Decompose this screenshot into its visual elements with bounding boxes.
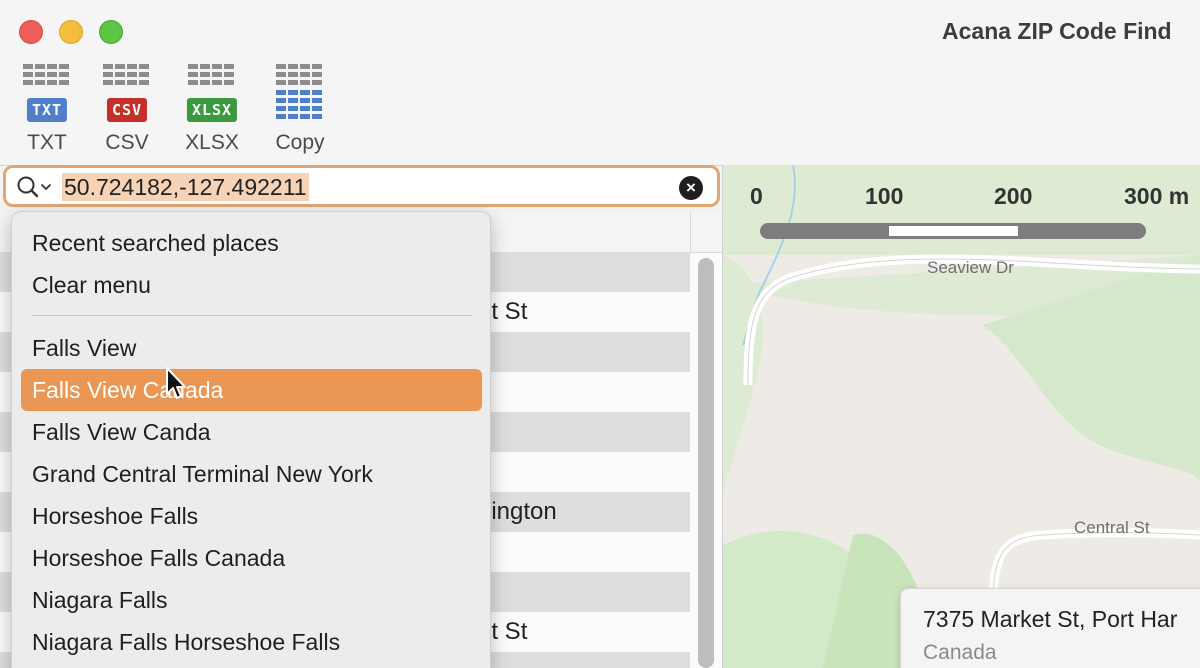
recent-searches-menu: Recent searched places Clear menu Falls … <box>11 211 491 668</box>
scale-label-300: 300 m <box>1124 183 1190 209</box>
mouse-pointer-icon <box>166 367 186 399</box>
street-label: Central St <box>1074 518 1150 537</box>
close-window-button[interactable] <box>19 20 43 44</box>
xlsx-badge: XLSX <box>186 98 238 122</box>
search-input[interactable]: 50.724182,-127.492211 <box>62 173 309 201</box>
export-csv-button[interactable]: CSV CSV <box>87 64 167 160</box>
scale-bar-segment <box>889 226 1018 236</box>
table-icon <box>188 64 234 85</box>
menu-item[interactable]: Niagara Falls <box>21 579 482 621</box>
txt-badge: TXT <box>26 98 68 122</box>
menu-header-recent: Recent searched places <box>32 230 279 256</box>
zoom-window-button[interactable] <box>99 20 123 44</box>
copy-label: Copy <box>275 131 325 154</box>
scale-bar <box>760 223 1146 239</box>
menu-item[interactable]: Horseshoe Falls Canada <box>21 537 482 579</box>
menu-item-selected[interactable]: Falls View Canada <box>21 369 482 411</box>
search-icon[interactable] <box>16 175 54 199</box>
title-bar: Acana ZIP Code Find TXT TXT CSV CSV XLSX… <box>0 0 1200 166</box>
menu-item-clear[interactable]: Clear menu <box>21 264 482 306</box>
minimize-window-button[interactable] <box>59 20 83 44</box>
clear-search-icon[interactable]: × <box>679 176 703 200</box>
export-xlsx-label: XLSX <box>185 131 239 154</box>
app-window: Acana ZIP Code Find TXT TXT CSV CSV XLSX… <box>0 0 1200 668</box>
location-country: Canada <box>923 641 997 664</box>
menu-item[interactable]: Falls View Canda <box>21 411 482 453</box>
column-divider <box>690 212 691 252</box>
export-txt-button[interactable]: TXT TXT <box>7 64 87 160</box>
location-address: 7375 Market St, Port Har <box>923 606 1178 632</box>
scale-label-0: 0 <box>750 183 763 209</box>
table-icon <box>23 64 69 85</box>
csv-badge: CSV <box>106 98 148 122</box>
copy-button[interactable]: Copy <box>260 64 340 160</box>
table-icon <box>103 64 149 85</box>
scale-label-200: 200 <box>994 183 1033 209</box>
location-info-card[interactable]: 7375 Market St, Port Har Canada <box>900 588 1200 668</box>
menu-item[interactable]: Falls View <box>21 327 482 369</box>
menu-item[interactable]: Grand Central Terminal New York <box>21 453 482 495</box>
export-csv-label: CSV <box>105 131 149 154</box>
street-label: Seaview Dr <box>927 258 1014 277</box>
scale-label-100: 100 <box>865 183 904 209</box>
menu-item[interactable]: Niagara Falls Horseshoe Falls <box>21 621 482 663</box>
menu-item[interactable]: Horseshoe Falls <box>21 495 482 537</box>
export-txt-label: TXT <box>27 131 67 154</box>
menu-separator <box>32 315 472 316</box>
window-title: Acana ZIP Code Find <box>942 18 1172 44</box>
export-xlsx-button[interactable]: XLSX XLSX <box>172 64 252 160</box>
table-copy-icon <box>276 64 322 119</box>
vertical-scrollbar[interactable] <box>698 258 714 668</box>
search-field[interactable]: 50.724182,-127.492211 × <box>3 165 720 207</box>
